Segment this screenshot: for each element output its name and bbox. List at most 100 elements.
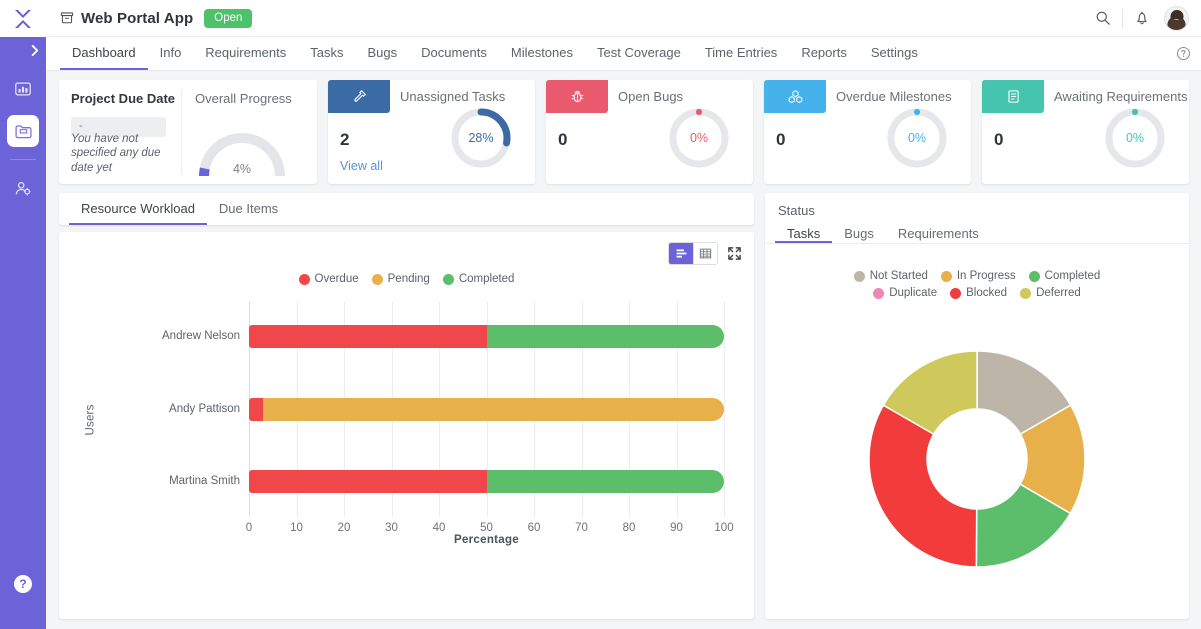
tab-status-requirements[interactable]: Requirements [886,226,991,243]
tab-milestones[interactable]: Milestones [499,37,585,70]
x-axis-tick: 70 [575,522,588,534]
legend-swatch [298,273,310,285]
legend-label: Deferred [1036,287,1081,299]
legend-item[interactable]: In Progress [940,270,1016,282]
bell-icon [1137,11,1147,25]
tab-test-coverage[interactable]: Test Coverage [585,37,693,70]
due-date-section: Project Due Date - You have not specifie… [59,80,181,184]
table-view-button[interactable] [693,243,717,264]
card-label: Open Bugs [618,89,684,104]
card-label: Overdue Milestones [836,89,952,104]
legend-item[interactable]: Completed [442,273,515,285]
status-legend: Not Started In Progress Completed Duplic… [765,270,1189,299]
bar-segment[interactable] [249,325,487,349]
sidebar-item-projects[interactable] [7,115,39,147]
bar-segment[interactable] [249,469,487,493]
tab-bugs[interactable]: Bugs [355,37,409,70]
legend-label: Overdue [314,273,359,285]
lower-row: Resource Workload Due Items Overdue Pend… [46,184,1201,629]
status-title: Status [778,203,815,218]
tab-tasks[interactable]: Tasks [298,37,355,70]
tab-time-entries[interactable]: Time Entries [693,37,789,70]
ring-percent: 0% [1125,131,1145,145]
bar-segment[interactable] [486,469,724,493]
bar-segment[interactable] [249,397,264,421]
table-grid-icon [699,248,712,259]
legend-swatch [1020,287,1032,299]
status-legend-row: Duplicate Blocked Deferred [873,287,1081,299]
tab-info[interactable]: Info [148,37,194,70]
card-value: 0 [558,130,568,149]
card-overdue-milestones: Overdue Milestones 0 0% [764,80,971,184]
y-axis-tick: Andy Pattison [169,402,240,415]
help-button[interactable]: ? [14,575,32,593]
bar-row: Andrew Nelson [162,325,724,349]
legend-label: Completed [1044,270,1101,282]
avatar[interactable] [1164,5,1189,31]
rail-expand-button[interactable] [0,37,46,63]
tab-status-tasks[interactable]: Tasks [775,226,833,243]
legend-label: Not Started [869,270,928,282]
plot-grid-area: 0 10 20 30 40 50 60 70 80 90 100 Andrew Nelson Andy … [162,301,734,534]
view-all-link[interactable]: View all [340,159,383,173]
card-label: Unassigned Tasks [400,89,506,104]
card-value: 0 [994,130,1004,149]
milestone-blocks-icon [764,80,826,113]
app-logo[interactable] [0,0,46,37]
sidebar-item-user-settings[interactable] [7,172,39,204]
y-axis-tick: Andrew Nelson [162,330,240,343]
bar-segment[interactable] [263,397,724,421]
legend-label: Blocked [966,287,1008,299]
legend-item[interactable]: Blocked [950,287,1007,299]
chart-view-button[interactable] [669,243,693,264]
bar-row: Martina Smith [169,469,724,493]
tab-resource-workload[interactable]: Resource Workload [69,193,207,225]
tab-settings[interactable]: Settings [859,37,930,70]
card-project-due-date: Project Due Date - You have not specifie… [59,80,317,184]
main-area: Web Portal App Open Dashboard Info Requi… [46,0,1201,629]
workload-tabstrip: Resource Workload Due Items [59,193,754,225]
legend-label: Pending [387,273,430,285]
notifications-button[interactable] [1127,3,1157,33]
status-legend-row: Not Started In Progress Completed [853,270,1101,282]
bar-chart-icon [676,249,686,258]
fullscreen-button[interactable] [727,246,742,261]
legend-item[interactable]: Pending [371,273,430,285]
status-badge[interactable]: Open [204,8,253,28]
tab-requirements[interactable]: Requirements [193,37,298,70]
dashboard-icon [15,82,31,96]
project-tabs: Dashboard Info Requirements Tasks Bugs D… [46,37,1201,71]
tab-documents[interactable]: Documents [409,37,499,70]
tab-reports[interactable]: Reports [789,37,859,70]
legend-label: Duplicate [889,287,938,299]
legend-label: Completed [458,273,515,285]
view-toggle [668,242,718,265]
legend-label: In Progress [956,270,1016,282]
top-bar: Web Portal App Open [46,0,1201,37]
donut-slice[interactable] [868,404,978,568]
legend-item[interactable]: Completed [1028,270,1101,282]
legend-item[interactable]: Duplicate [873,287,937,299]
card-awaiting-requirements: Awaiting Requirements 0 0% [982,80,1189,184]
tab-due-items[interactable]: Due Items [207,193,290,225]
x-axis-tick: 90 [670,522,683,534]
progress-ring: 0% [667,106,731,170]
chevron-right-icon [31,44,39,56]
y-axis-tick: Martina Smith [169,474,240,487]
status-donut-chart[interactable] [865,347,1089,571]
nav-help-button[interactable] [1176,37,1201,70]
tab-dashboard[interactable]: Dashboard [60,37,148,70]
card-label: Awaiting Requirements [1054,89,1188,104]
search-icon [1096,11,1110,25]
legend-item[interactable]: Not Started [853,270,928,282]
rail-divider [10,159,36,160]
legend-item[interactable]: Deferred [1020,287,1081,299]
bar-row: Andy Pattison [169,397,724,421]
sidebar-item-dashboard[interactable] [7,73,39,105]
legend-item[interactable]: Overdue [298,273,359,285]
gridline [724,301,725,517]
search-button[interactable] [1088,3,1118,33]
left-rail: ? [0,0,46,629]
bar-segment[interactable] [486,325,724,349]
tab-status-bugs[interactable]: Bugs [832,226,886,243]
